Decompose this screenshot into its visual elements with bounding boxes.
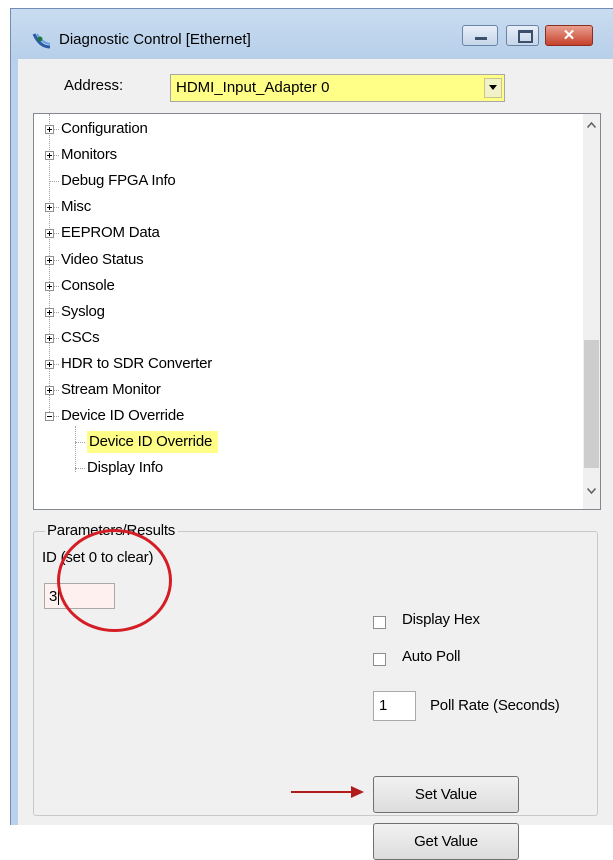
expander-glyph	[47, 416, 52, 418]
tree-item[interactable]: Stream Monitor	[34, 377, 574, 403]
tree-connector-line	[49, 181, 59, 183]
tree-connector-line	[54, 337, 59, 339]
expand-plus-icon[interactable]	[45, 281, 54, 291]
tree-connector-line	[54, 363, 59, 365]
get-value-button[interactable]: Get Value	[373, 823, 519, 860]
expand-plus-icon[interactable]	[45, 229, 54, 239]
annotation-arrow-icon	[291, 786, 364, 798]
scroll-up-arrow-icon[interactable]	[587, 122, 596, 128]
tree-item[interactable]: Syslog	[34, 299, 574, 325]
poll-rate-input[interactable]: 1	[373, 691, 416, 721]
expand-plus-icon[interactable]	[45, 125, 54, 134]
vertical-scrollbar[interactable]	[583, 114, 600, 509]
window-title: Diagnostic Control [Ethernet]	[59, 31, 251, 48]
id-input-value: 3	[49, 588, 58, 605]
close-button[interactable]: ✕	[545, 25, 593, 46]
expander-glyph	[49, 309, 50, 315]
expander-glyph	[49, 127, 50, 132]
expander-glyph	[49, 283, 50, 289]
scrollbar-thumb[interactable]	[584, 340, 599, 468]
tree-connector-line	[54, 233, 59, 235]
tree-item[interactable]: Video Status	[34, 247, 574, 273]
tree-connector-line	[54, 285, 59, 287]
tree-connector-line	[54, 416, 59, 418]
tree-item-label: Device ID Override	[87, 431, 219, 454]
tree-connector-line	[54, 129, 59, 130]
diagnostic-control-window: Diagnostic Control [Ethernet] ✕ Address:…	[10, 8, 613, 860]
tree-item-label: Configuration	[61, 120, 148, 137]
address-value: HDMI_Input_Adapter 0	[176, 79, 330, 96]
tree-item-label: CSCs	[61, 328, 100, 346]
tree-item-label: HDR to SDR Converter	[61, 354, 213, 372]
scroll-down-arrow-icon[interactable]	[587, 488, 596, 494]
tree-connector-line	[75, 442, 85, 444]
minimize-icon	[475, 37, 487, 40]
tree-connector-line	[75, 468, 85, 470]
expand-plus-icon[interactable]	[45, 333, 54, 343]
tree-connector-line	[54, 259, 59, 261]
minimize-button[interactable]	[462, 25, 498, 46]
expander-glyph	[49, 153, 50, 159]
dropdown-arrow-button[interactable]	[484, 78, 502, 98]
tree-connector-line	[54, 311, 59, 313]
tree-item[interactable]: Device ID Override	[34, 429, 574, 455]
chevron-down-icon	[489, 85, 497, 90]
tree-item[interactable]: Misc	[34, 194, 574, 220]
expander-glyph	[49, 361, 50, 367]
auto-poll-label: Auto Poll	[402, 648, 461, 665]
title-bar[interactable]: Diagnostic Control [Ethernet] ✕	[11, 9, 613, 59]
set-value-button[interactable]: Set Value	[373, 776, 519, 813]
display-hex-checkbox[interactable]	[373, 616, 386, 629]
satellite-dish-icon	[32, 33, 51, 49]
tree-item[interactable]: Debug FPGA Info	[34, 168, 574, 194]
expand-plus-icon[interactable]	[45, 151, 54, 161]
tree-item[interactable]: CSCs	[34, 325, 574, 351]
expand-plus-icon[interactable]	[45, 359, 54, 369]
tree-item[interactable]: Device ID Override	[34, 403, 574, 429]
annotation-circle	[57, 529, 172, 632]
tree-item[interactable]: HDR to SDR Converter	[34, 351, 574, 377]
tree-view[interactable]: Configuration Monitors Debug FPGA Info Misc…	[33, 113, 601, 510]
tree-item-label: Monitors	[61, 146, 117, 164]
expand-plus-icon[interactable]	[45, 203, 54, 213]
expand-plus-icon[interactable]	[45, 386, 54, 395]
collapse-minus-icon[interactable]	[45, 412, 54, 422]
window-client-area: Address: HDMI_Input_Adapter 0 Configurat…	[18, 59, 613, 860]
tree-item-label: Device ID Override	[61, 407, 185, 425]
parameters-results-group: Parameters/Results ID (set 0 to clear) 3…	[33, 522, 598, 860]
tree-item-label: Debug FPGA Info	[61, 172, 176, 190]
poll-rate-value: 1	[379, 697, 388, 714]
maximize-button[interactable]	[506, 25, 539, 46]
auto-poll-checkbox[interactable]	[373, 653, 386, 666]
maximize-icon	[518, 30, 533, 43]
tree-connector-line	[54, 390, 59, 391]
tree-item[interactable]: Monitors	[34, 142, 574, 168]
expand-plus-icon[interactable]	[45, 255, 54, 265]
display-hex-label: Display Hex	[402, 611, 480, 628]
expander-glyph	[49, 231, 50, 237]
tree-item[interactable]: Configuration	[34, 116, 574, 142]
expander-glyph	[49, 335, 50, 341]
address-dropdown[interactable]: HDMI_Input_Adapter 0	[170, 74, 505, 102]
tree-item[interactable]: EEPROM Data	[34, 220, 574, 246]
poll-rate-label: Poll Rate (Seconds)	[430, 697, 560, 714]
address-label: Address:	[64, 77, 124, 94]
tree-item-label: Display Info	[87, 459, 163, 477]
tree-item-label: Stream Monitor	[61, 381, 161, 398]
expander-glyph	[49, 205, 50, 211]
tree-item-label: EEPROM Data	[61, 224, 160, 242]
close-icon: ✕	[562, 27, 576, 44]
expander-glyph	[49, 388, 50, 393]
tree-item[interactable]: Display Info	[34, 455, 574, 481]
tree-item-label: Console	[61, 276, 115, 294]
expand-plus-icon[interactable]	[45, 307, 54, 317]
tree-connector-line	[54, 155, 59, 157]
tree-item[interactable]: Console	[34, 273, 574, 299]
tree-item-label: Video Status	[61, 250, 144, 268]
expander-glyph	[49, 257, 50, 263]
tree-connector-line	[54, 207, 59, 209]
tree-item-label: Syslog	[61, 302, 105, 320]
tree-item-label: Misc	[61, 198, 92, 216]
